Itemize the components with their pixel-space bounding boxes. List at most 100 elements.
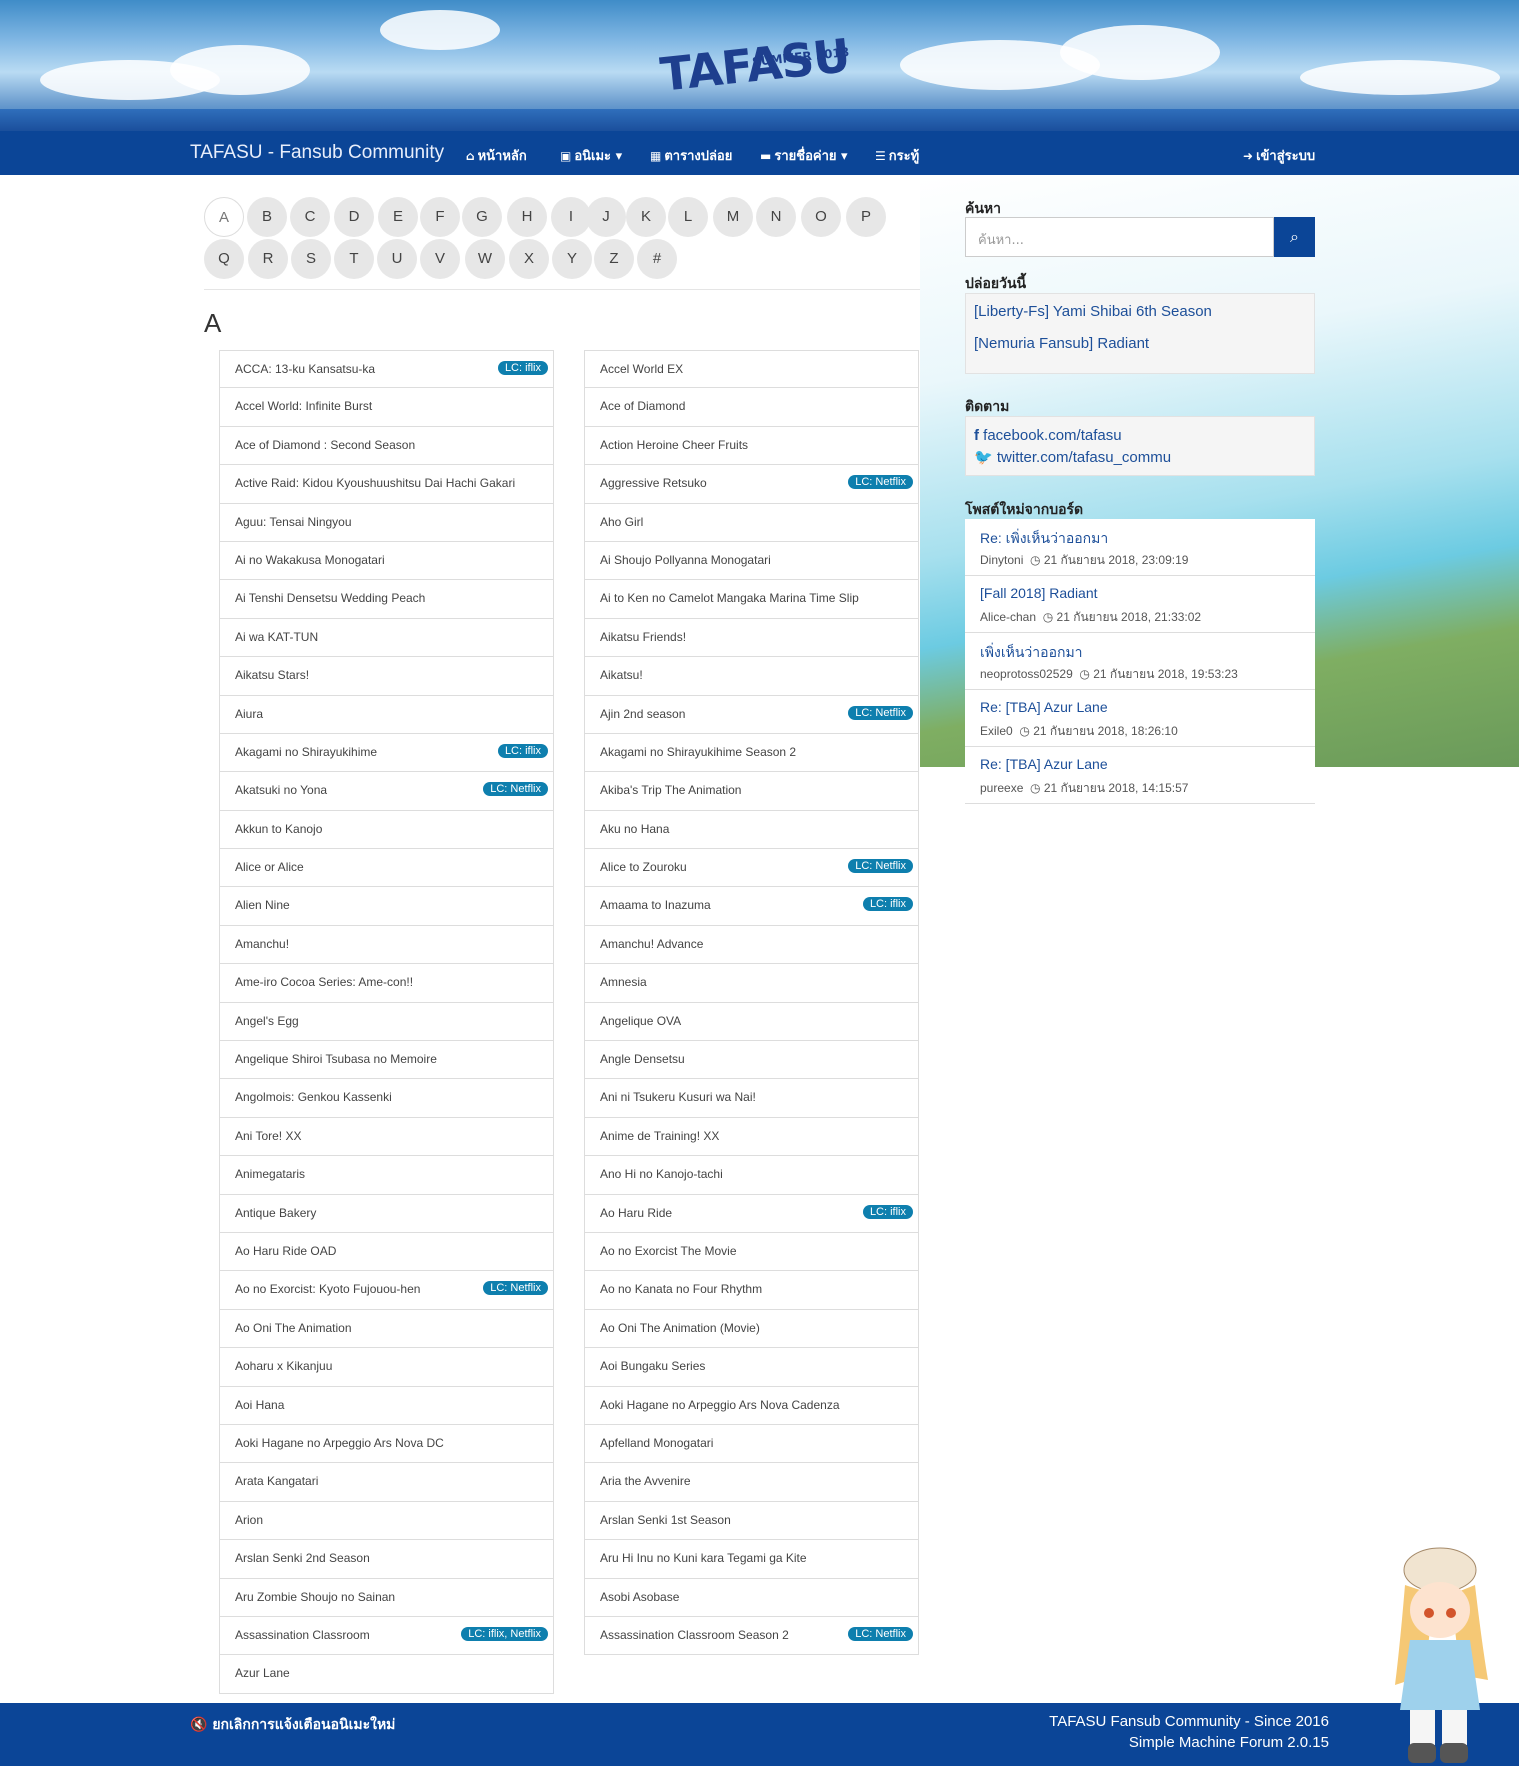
list-item[interactable]: Ao Oni The Animation: [219, 1309, 554, 1349]
list-item[interactable]: Azur Lane: [219, 1655, 554, 1694]
navbar-brand[interactable]: TAFASU - Fansub Community: [190, 142, 444, 164]
letter-filter-v[interactable]: V: [420, 239, 460, 279]
list-item[interactable]: Accel World: Infinite Burst: [219, 388, 554, 427]
recent-post[interactable]: Re: เพิ่งเห็นว่าออกมา Dinytoni ◷ 21 กันยา…: [965, 519, 1315, 576]
letter-filter-t[interactable]: T: [334, 239, 374, 279]
list-item[interactable]: Alien Nine: [219, 887, 554, 926]
mute-notification-toggle[interactable]: 🔇 ยกเลิกการแจ้งเตือนอนิเมะใหม่: [190, 1714, 395, 1736]
letter-filter-y[interactable]: Y: [552, 239, 592, 279]
list-item[interactable]: Aikatsu Stars!: [219, 657, 554, 696]
list-item[interactable]: Ai wa KAT-TUN: [219, 618, 554, 658]
list-item[interactable]: Aikatsu Friends!: [584, 618, 919, 658]
list-item[interactable]: Amnesia: [584, 964, 919, 1003]
recent-post[interactable]: Re: [TBA] Azur Lane Exile0 ◷ 21 กันยายน 2…: [965, 690, 1315, 747]
list-item[interactable]: Amaama to Inazuma LC: iflix: [584, 887, 919, 926]
letter-filter-g[interactable]: G: [462, 197, 502, 237]
list-item[interactable]: Assassination Classroom Season 2 LC: Netf…: [584, 1616, 919, 1656]
list-item[interactable]: Akagami no Shirayukihime Season 2: [584, 733, 919, 773]
list-item[interactable]: Asobi Asobase: [584, 1578, 919, 1617]
list-item[interactable]: Ao no Exorcist The Movie: [584, 1232, 919, 1272]
recent-post[interactable]: เพิ่งเห็นว่าออกมา neoprotoss02529 ◷ 21 กั…: [965, 633, 1315, 690]
list-item[interactable]: Aoi Hana: [219, 1386, 554, 1425]
list-item[interactable]: Aoi Bungaku Series: [584, 1348, 919, 1387]
letter-filter-hash[interactable]: #: [637, 239, 677, 279]
nav-schedule[interactable]: ▦ ตารางปล่อย: [650, 145, 732, 166]
list-item[interactable]: ACCA: 13-ku Kansatsu-ka LC: iflix: [219, 350, 554, 389]
list-item[interactable]: Akagami no Shirayukihime LC: iflix: [219, 733, 554, 773]
today-item[interactable]: [Nemuria Fansub] Radiant: [974, 335, 1149, 352]
letter-filter-r[interactable]: R: [248, 239, 288, 279]
list-item[interactable]: Aoharu x Kikanjuu: [219, 1348, 554, 1387]
recent-post[interactable]: [Fall 2018] Radiant Alice-chan ◷ 21 กันยา…: [965, 576, 1315, 633]
post-user[interactable]: Exile0: [980, 724, 1013, 738]
list-item[interactable]: Aggressive Retsuko LC: Netflix: [584, 465, 919, 504]
list-item[interactable]: Ani ni Tsukeru Kusuri wa Nai!: [584, 1079, 919, 1118]
list-item[interactable]: Ano Hi no Kanojo-tachi: [584, 1156, 919, 1195]
search-input[interactable]: ค้นหา...: [965, 217, 1274, 257]
nav-fansubs[interactable]: ▬ รายชื่อค่าย ▾: [760, 145, 848, 166]
list-item[interactable]: Ai Shoujo Pollyanna Monogatari: [584, 541, 919, 581]
list-item[interactable]: Aru Zombie Shoujo no Sainan: [219, 1578, 554, 1617]
letter-filter-a[interactable]: A: [204, 197, 244, 237]
login-link[interactable]: ➜ เข้าสู่ระบบ: [1243, 145, 1315, 166]
list-item[interactable]: Angolmois: Genkou Kassenki: [219, 1079, 554, 1118]
post-user[interactable]: Dinytoni: [980, 553, 1023, 567]
list-item[interactable]: Aku no Hana: [584, 810, 919, 850]
letter-filter-o[interactable]: O: [801, 197, 841, 237]
recent-post[interactable]: Re: [TBA] Azur Lane pureexe ◷ 21 กันยายน …: [965, 747, 1315, 804]
list-item[interactable]: Alice or Alice: [219, 849, 554, 888]
list-item[interactable]: Ace of Diamond : Second Season: [219, 426, 554, 466]
list-item[interactable]: Aiura: [219, 695, 554, 734]
letter-filter-j[interactable]: J: [586, 197, 626, 237]
list-item[interactable]: Active Raid: Kidou Kyoushuushitsu Dai Ha…: [219, 465, 554, 504]
list-item[interactable]: Aoki Hagane no Arpeggio Ars Nova Cadenza: [584, 1386, 919, 1425]
letter-filter-u[interactable]: U: [377, 239, 417, 279]
list-item[interactable]: Ao Haru Ride LC: iflix: [584, 1194, 919, 1233]
list-item[interactable]: Akatsuki no Yona LC: Netflix: [219, 772, 554, 811]
search-button[interactable]: ⌕: [1274, 217, 1315, 257]
letter-filter-z[interactable]: Z: [594, 239, 634, 279]
list-item[interactable]: Ao no Kanata no Four Rhythm: [584, 1271, 919, 1310]
list-item[interactable]: Ame-iro Cocoa Series: Ame-con!!: [219, 964, 554, 1003]
list-item[interactable]: Arion: [219, 1501, 554, 1541]
list-item[interactable]: Ajin 2nd season LC: Netflix: [584, 695, 919, 734]
letter-filter-x[interactable]: X: [509, 239, 549, 279]
post-title[interactable]: เพิ่งเห็นว่าออกมา: [980, 642, 1083, 664]
list-item[interactable]: Ai Tenshi Densetsu Wedding Peach: [219, 580, 554, 619]
letter-filter-k[interactable]: K: [626, 197, 666, 237]
list-item[interactable]: Arata Kangatari: [219, 1463, 554, 1502]
post-user[interactable]: Alice-chan: [980, 610, 1036, 624]
nav-board[interactable]: ☰ กระทู้: [875, 145, 919, 166]
letter-filter-m[interactable]: M: [713, 197, 753, 237]
list-item[interactable]: Ani Tore! XX: [219, 1117, 554, 1157]
twitter-link[interactable]: 🐦 twitter.com/tafasu_commu: [974, 448, 1171, 466]
today-item[interactable]: [Liberty-Fs] Yami Shibai 6th Season: [974, 303, 1212, 320]
letter-filter-f[interactable]: F: [420, 197, 460, 237]
list-item[interactable]: Arslan Senki 1st Season: [584, 1501, 919, 1541]
nav-home[interactable]: ⌂ หน้าหลัก: [466, 145, 527, 166]
letter-filter-w[interactable]: W: [465, 239, 505, 279]
letter-filter-e[interactable]: E: [378, 197, 418, 237]
list-item[interactable]: Aru Hi Inu no Kuni kara Tegami ga Kite: [584, 1540, 919, 1579]
letter-filter-q[interactable]: Q: [204, 239, 244, 279]
list-item[interactable]: Assassination Classroom LC: iflix, Netfli…: [219, 1616, 554, 1656]
list-item[interactable]: Ao Haru Ride OAD: [219, 1232, 554, 1272]
nav-anime[interactable]: ▣ อนิเมะ ▾: [560, 145, 622, 166]
list-item[interactable]: Aria the Avvenire: [584, 1463, 919, 1502]
letter-filter-b[interactable]: B: [247, 197, 287, 237]
letter-filter-s[interactable]: S: [291, 239, 331, 279]
letter-filter-n[interactable]: N: [756, 197, 796, 237]
list-item[interactable]: Ai to Ken no Camelot Mangaka Marina Time…: [584, 580, 919, 619]
list-item[interactable]: Antique Bakery: [219, 1194, 554, 1233]
post-title[interactable]: Re: [TBA] Azur Lane: [980, 699, 1108, 715]
list-item[interactable]: Ai no Wakakusa Monogatari: [219, 541, 554, 581]
list-item[interactable]: Aho Girl: [584, 503, 919, 542]
list-item[interactable]: Alice to Zouroku LC: Netflix: [584, 849, 919, 888]
letter-filter-p[interactable]: P: [846, 197, 886, 237]
list-item[interactable]: Accel World EX: [584, 350, 919, 389]
letter-filter-i[interactable]: I: [551, 197, 591, 237]
list-item[interactable]: Arslan Senki 2nd Season: [219, 1540, 554, 1579]
list-item[interactable]: Angelique OVA: [584, 1002, 919, 1042]
list-item[interactable]: Action Heroine Cheer Fruits: [584, 426, 919, 466]
list-item[interactable]: Ao Oni The Animation (Movie): [584, 1309, 919, 1349]
